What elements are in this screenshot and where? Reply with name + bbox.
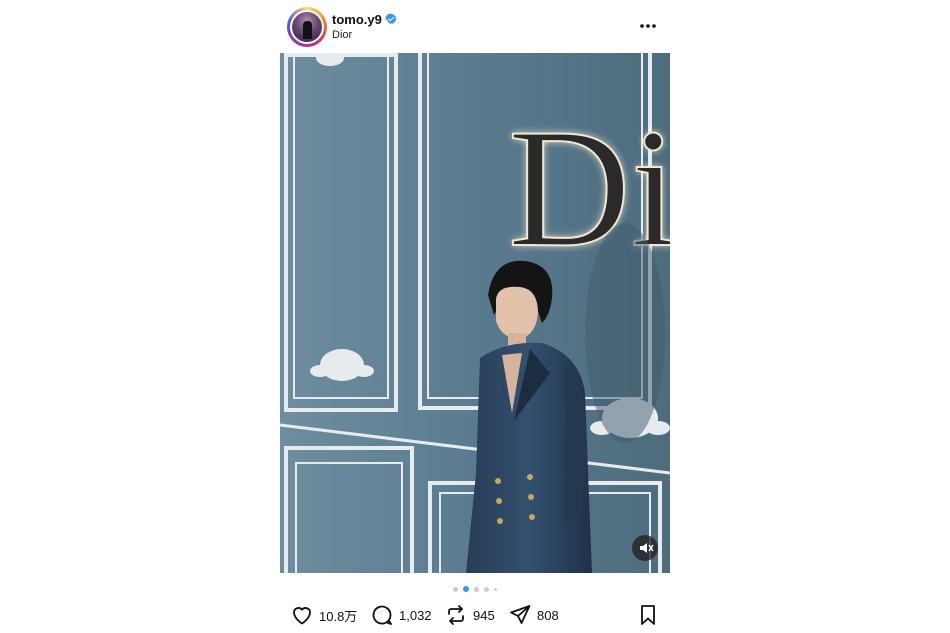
carousel-dot xyxy=(484,586,489,592)
username-link[interactable]: tomo.y9 xyxy=(332,12,382,27)
repost-count: 945 xyxy=(473,607,495,623)
like-button[interactable]: 10.8万 xyxy=(290,602,357,628)
photo-scene: Dior Dior xyxy=(280,53,670,573)
avatar[interactable] xyxy=(287,7,327,47)
heart-icon xyxy=(293,607,311,625)
carousel-indicator xyxy=(280,585,670,593)
volume-off-icon xyxy=(640,543,654,553)
more-options-button[interactable] xyxy=(638,16,658,36)
carousel-dot xyxy=(453,586,458,592)
instagram-post: tomo.y9 Dior Di Di 10.8万 1,032 945 808 xyxy=(280,0,670,633)
post-photo[interactable]: Dior Dior xyxy=(280,53,670,573)
post-header: tomo.y9 Dior xyxy=(280,0,670,52)
like-count: 10.8万 xyxy=(319,608,358,624)
more-horizontal-icon xyxy=(640,24,656,28)
carousel-dot xyxy=(494,587,497,591)
carousel-dot-active xyxy=(463,586,469,592)
verified-badge-icon xyxy=(385,13,397,25)
send-icon xyxy=(510,605,531,624)
bookmark-icon xyxy=(641,605,655,625)
avatar-image xyxy=(292,12,322,42)
comment-icon xyxy=(372,605,392,625)
repost-button[interactable]: 945 xyxy=(444,602,495,628)
repost-icon xyxy=(448,605,464,625)
action-bar: 10.8万 1,032 945 808 xyxy=(280,600,670,630)
carousel-dot xyxy=(474,586,479,592)
location-link[interactable]: Dior xyxy=(332,29,352,41)
share-count: 808 xyxy=(537,607,559,623)
mute-button[interactable] xyxy=(632,535,658,561)
comment-count: 1,032 xyxy=(399,607,432,623)
save-button[interactable] xyxy=(636,602,660,628)
share-button[interactable]: 808 xyxy=(508,602,559,628)
comment-button[interactable]: 1,032 xyxy=(370,602,432,628)
